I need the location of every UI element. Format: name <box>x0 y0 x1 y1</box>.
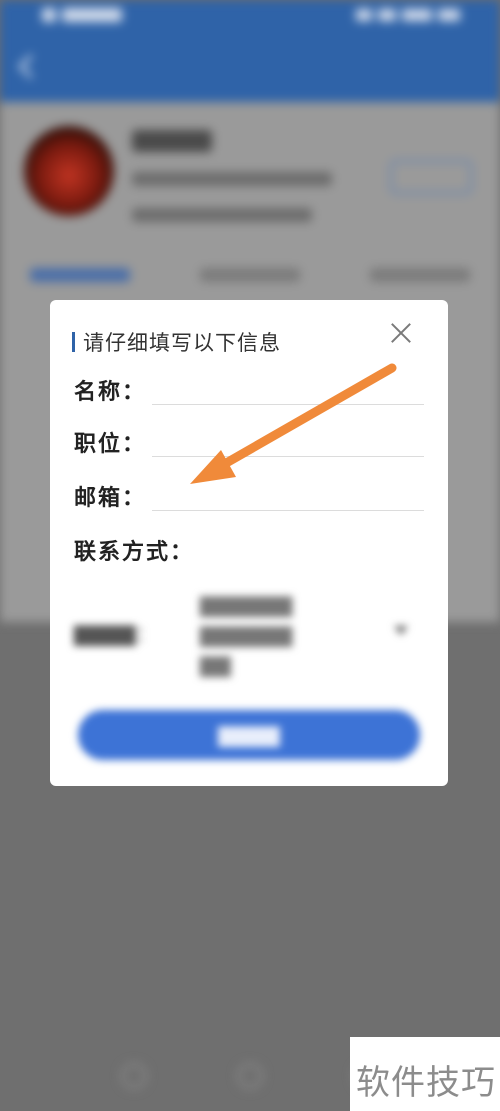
status-icons-left <box>42 8 122 22</box>
address-value-blurred: ▇▇▇▇▇▇ ▇▇▇▇▇▇ ▇▇ <box>200 593 293 677</box>
watermark-text: 软件技巧 <box>356 1063 496 1103</box>
app-bar <box>0 36 500 102</box>
contact-label: 联系方式： <box>74 540 195 565</box>
dropdown-arrow-icon[interactable] <box>394 626 408 635</box>
confirm-button[interactable]: ▇▇▇▇ <box>78 710 420 760</box>
info-dialog: 请仔细填写以下信息 名称： 职位： 邮箱： 联系方式： ▇▇▇▇： ▇▇▇▇▇▇… <box>50 300 448 786</box>
name-label: 名称： <box>74 380 147 405</box>
status-bar <box>0 0 500 36</box>
nav-back-icon <box>121 1062 147 1089</box>
profile-name <box>132 130 212 152</box>
watermark: 软件技巧 <box>350 1037 500 1111</box>
address-label-blurred: ▇▇▇▇： <box>74 622 156 646</box>
back-icon <box>18 54 43 79</box>
title-accent-bar <box>72 332 75 352</box>
name-input[interactable] <box>152 376 424 405</box>
close-icon[interactable] <box>388 320 414 346</box>
profile-info-line <box>132 172 332 186</box>
position-label: 职位： <box>74 432 147 457</box>
profile-info-line <box>132 208 312 222</box>
email-input[interactable] <box>152 482 424 511</box>
avatar <box>24 126 114 216</box>
email-label: 邮箱： <box>74 486 147 511</box>
position-input[interactable] <box>152 428 424 457</box>
nav-home-icon <box>237 1062 263 1089</box>
status-icons-right <box>356 9 460 21</box>
profile-tabs <box>30 268 470 282</box>
dialog-title-text: 请仔细填写以下信息 <box>83 331 281 355</box>
profile-action-button <box>390 160 472 194</box>
blurred-dialog-area: ▇▇▇▇： ▇▇▇▇▇▇ ▇▇▇▇▇▇ ▇▇ ▇▇▇▇ <box>50 570 448 786</box>
dialog-title: 请仔细填写以下信息 <box>72 328 281 356</box>
